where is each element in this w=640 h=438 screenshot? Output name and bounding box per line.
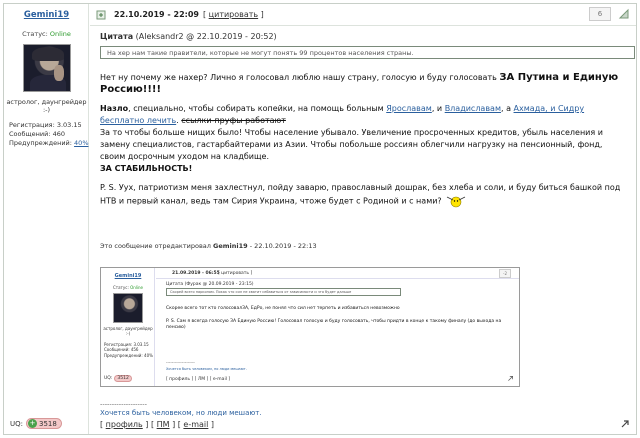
user-info-panel: Gemini19 Статус: Online астролог, даунгр…: [4, 4, 89, 434]
embedded-username: Gemini19: [114, 273, 142, 279]
corner-icon[interactable]: [618, 8, 630, 20]
user-stats: Регистрация: 3.03.15 Сообщений: 460 Пред…: [9, 121, 89, 147]
paragraph: Нет ну почему же нахер? Лично я голосова…: [100, 72, 619, 95]
embedded-quote: Цитата (Фурак @ 20.09.2019 - 23:15) Скор…: [166, 282, 401, 296]
uq-label: UQ:: [10, 419, 23, 428]
quote-link[interactable]: цитировать: [209, 10, 258, 19]
user-title-line: :-): [42, 106, 51, 115]
post-link-icon[interactable]: [96, 10, 106, 20]
pm-link[interactable]: ПМ: [157, 420, 170, 429]
user-status: Статус: Online: [4, 30, 89, 38]
embedded-screenshot[interactable]: Gemini19 Статус: Online астролог, даунгр…: [100, 267, 520, 387]
link-yaroslav[interactable]: Ярославам: [386, 104, 432, 113]
embedded-top-icon: [508, 376, 513, 381]
plus-icon[interactable]: +: [28, 419, 37, 428]
embedded-status: Статус: Online: [112, 285, 143, 290]
embedded-signature: Хочется быть человеком, но люди мешают.: [166, 367, 247, 371]
quote-title: Цитата (Aleksandr2 @ 22.10.2019 - 20:52): [100, 32, 277, 41]
quote-block: Цитата (Aleksandr2 @ 22.10.2019 - 20:52)…: [100, 32, 635, 59]
warnings-link[interactable]: 40%: [74, 139, 88, 147]
uq-badge[interactable]: + 3518: [26, 418, 62, 429]
signature-separator: --------------------: [100, 400, 147, 408]
embedded-uq: UQ: 3512: [104, 375, 132, 382]
embedded-separator: --------------------: [166, 360, 195, 365]
paragraph: За то чтобы больше нищих было! Чтобы нас…: [100, 128, 603, 173]
warnings: Предупреждений: 40%: [9, 138, 89, 147]
uq-rating: UQ: + 3518: [10, 418, 62, 429]
embedded-stats: Регистрация: 3.03.15 Сообщений: 456 Пред…: [104, 342, 153, 358]
user-title: астролог, даунгрейдер :-): [4, 98, 89, 114]
post-body: 22.10.2019 - 22:09 [ цитировать ] 6 Цита…: [90, 4, 636, 434]
scroll-top-icon[interactable]: [620, 419, 630, 429]
registration-date: Регистрация: 3.03.15: [9, 121, 82, 129]
status-value: Online: [49, 30, 71, 38]
quote-body: На хер нам такие правители, которые не м…: [100, 46, 635, 59]
post-footer: [ профиль ] [ ПМ ] [ e-mail ]: [100, 420, 215, 429]
paragraph: P. S. Уух, патриотизм меня захлестнул, п…: [100, 182, 630, 208]
quote-button[interactable]: [ цитировать ]: [203, 10, 264, 19]
post-number: 6: [589, 7, 611, 21]
signature: Хочется быть человеком, но люди мешают.: [100, 409, 262, 417]
embedded-post-body: 21.09.2019 - 06:55 [ цитировать ] -2 Цит…: [156, 268, 519, 386]
paragraph: Назло, специально, чтобы собирать копейк…: [100, 104, 585, 125]
forum-post: Gemini19 Статус: Online астролог, даунгр…: [3, 3, 637, 435]
email-link[interactable]: e-mail: [183, 420, 208, 429]
smiley-icon: [447, 196, 466, 208]
embedded-avatar: [113, 293, 143, 323]
embedded-user-title: астролог, даунгрейдер :-): [103, 326, 153, 337]
post-header: 22.10.2019 - 22:09 [ цитировать ] 6: [90, 4, 636, 26]
username-link[interactable]: Gemini19: [4, 10, 89, 20]
embedded-text: Скорее всего тот кто голосовалЗА, ЕдРо, …: [166, 306, 502, 330]
post-date: 22.10.2019 - 22:09: [114, 10, 199, 19]
embedded-footer: [ профиль ] [ ЛМ ] [ e-mail ]: [166, 377, 231, 382]
message-count: Сообщений: 460: [9, 129, 65, 138]
embedded-header: 21.09.2019 - 06:55 [ цитировать ] -2: [156, 268, 519, 279]
embedded-user-panel: Gemini19 Статус: Online астролог, даунгр…: [101, 268, 155, 386]
avatar[interactable]: [23, 44, 71, 92]
link-vladislav[interactable]: Владиславам: [445, 104, 501, 113]
user-title-line: астролог, даунгрейдер: [6, 98, 87, 106]
profile-link[interactable]: профиль: [106, 420, 143, 429]
status-label: Статус:: [22, 30, 48, 38]
edit-notice: Это сообщение отредактировал Gemini19 - …: [100, 242, 317, 250]
post-content: Нет ну почему же нахер? Лично я голосова…: [100, 72, 630, 215]
uq-value: 3518: [39, 419, 57, 428]
